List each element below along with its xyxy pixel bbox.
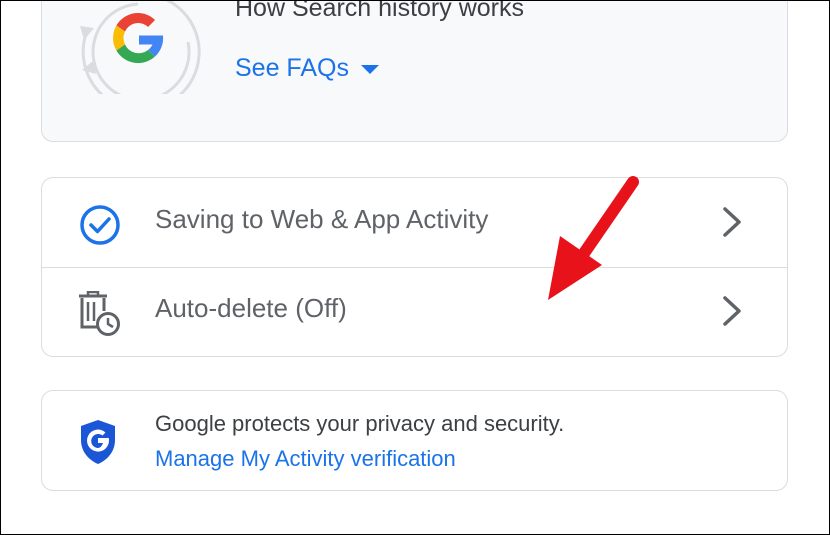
- see-faqs-label: See FAQs: [235, 54, 349, 82]
- trash-clock-icon: [79, 291, 120, 336]
- google-history-logo-icon: [80, 0, 201, 94]
- privacy-card: Google protects your privacy and securit…: [41, 390, 788, 491]
- auto-delete-row[interactable]: Auto-delete (Off): [42, 267, 787, 356]
- faq-title: How Search history works: [235, 0, 524, 22]
- privacy-statement: Google protects your privacy and securit…: [155, 411, 565, 436]
- chevron-right-icon: [723, 207, 741, 237]
- red-arrow-annotation-icon: [548, 176, 639, 300]
- web-app-activity-row[interactable]: Saving to Web & App Activity: [42, 178, 787, 268]
- activity-settings-card: Saving to Web & App Activity Auto-delete…: [41, 177, 788, 357]
- see-faqs-link[interactable]: See FAQs: [235, 54, 381, 83]
- manage-verification-link[interactable]: Manage My Activity verification: [155, 446, 456, 472]
- google-shield-icon: [81, 420, 115, 464]
- web-app-activity-label: Saving to Web & App Activity: [155, 204, 489, 234]
- check-circle-icon: [80, 205, 120, 245]
- caret-down-icon: [360, 64, 379, 74]
- chevron-right-icon: [723, 296, 741, 326]
- auto-delete-label: Auto-delete (Off): [155, 293, 347, 323]
